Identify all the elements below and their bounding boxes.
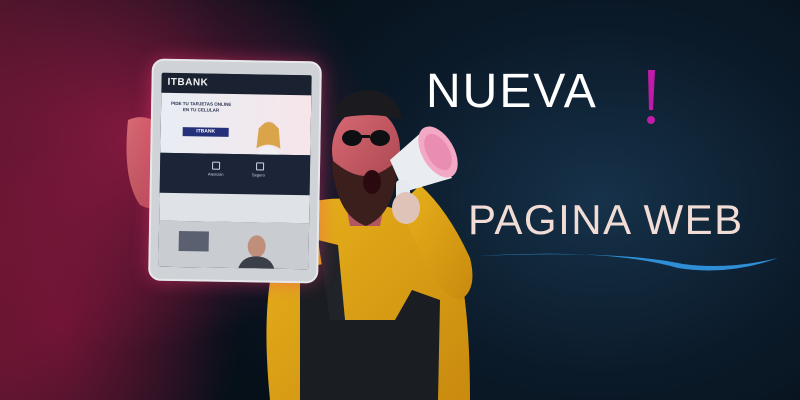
tablet-hero-banner: PIDE TU TARJETAS ONLINE EN TU CELULAR IT… xyxy=(160,92,312,175)
exclamation-mark-icon xyxy=(647,70,655,124)
tablet-item-label: Seguro xyxy=(251,172,265,178)
tablet: ITBANK PIDE TU TARJETAS ONLINE EN TU CEL… xyxy=(148,58,322,284)
tablet-gray-section xyxy=(159,192,310,224)
tablet-hero-text: PIDE TU TARJETAS ONLINE EN TU CELULAR xyxy=(170,100,232,113)
insurance-icon xyxy=(256,162,265,171)
scene: ITBANK PIDE TU TARJETAS ONLINE EN TU CEL… xyxy=(0,0,800,400)
tablet-item-label: Atención xyxy=(207,171,224,177)
headline-pagina-web: PAGINA WEB xyxy=(468,196,744,243)
office-photo xyxy=(158,220,310,270)
headline-nueva: NUEVA xyxy=(426,65,598,118)
tablet-services-strip xyxy=(159,152,311,196)
tablet-ribbon: ITBANK xyxy=(182,127,229,137)
swoosh-underline xyxy=(478,253,778,271)
support-icon xyxy=(212,161,221,170)
tablet-screen: ITBANK PIDE TU TARJETAS ONLINE EN TU CEL… xyxy=(158,72,312,270)
tablet-site-header: ITBANK xyxy=(161,72,312,96)
itbank-logo: ITBANK xyxy=(167,76,209,89)
